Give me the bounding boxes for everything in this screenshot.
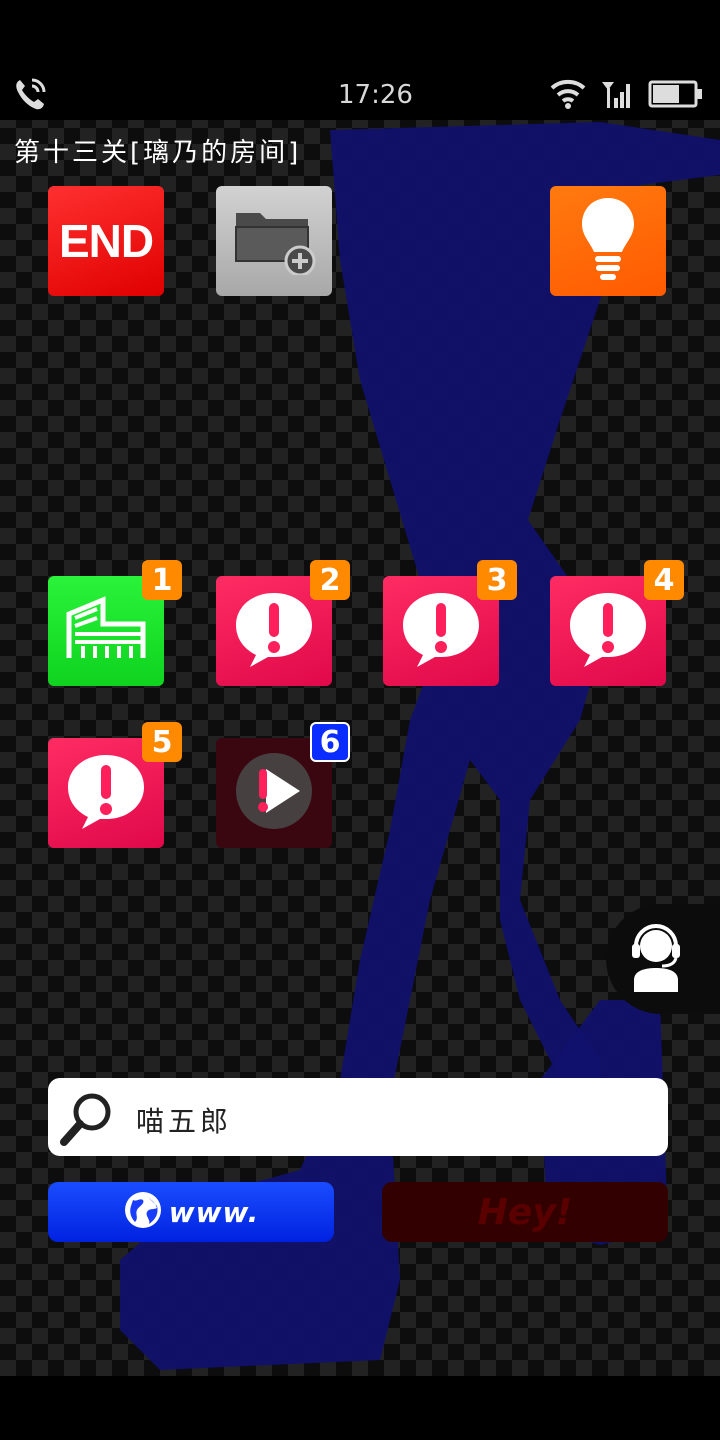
alert-bubble-icon (566, 587, 650, 675)
customer-service-button[interactable] (606, 904, 720, 1014)
app-badge: 2 (310, 560, 350, 600)
www-label: www. (168, 1195, 260, 1229)
app-video-6[interactable]: 6 (216, 722, 350, 848)
globe-icon (123, 1190, 163, 1234)
battery-icon (648, 80, 704, 112)
bottom-bar (0, 1376, 720, 1440)
end-button[interactable]: END (48, 186, 164, 296)
search-input[interactable]: 喵五郎 (136, 1100, 232, 1140)
app-alert-2[interactable]: 2 (216, 560, 350, 686)
end-label: END (58, 215, 154, 267)
customer-service-icon (626, 920, 690, 998)
hey-label: Hey! (477, 1191, 573, 1233)
app-badge: 6 (310, 722, 350, 762)
app-badge: 4 (644, 560, 684, 600)
alert-bubble-icon (64, 749, 148, 837)
building-icon (63, 594, 149, 668)
hint-button[interactable] (550, 186, 666, 296)
alert-bubble-icon (399, 587, 483, 675)
wifi-icon (550, 78, 586, 114)
www-button[interactable]: www. (48, 1182, 334, 1242)
search-bar[interactable]: 喵五郎 (48, 1078, 668, 1156)
save-folder-button[interactable] (216, 186, 332, 296)
folder-add-icon (232, 203, 316, 279)
alert-bubble-icon (232, 587, 316, 675)
app-alert-5[interactable]: 5 (48, 722, 182, 848)
app-badge: 5 (142, 722, 182, 762)
lightbulb-icon (576, 194, 640, 288)
app-badge: 1 (142, 560, 182, 600)
level-title: 第十三关[璃乃的房间] (14, 138, 302, 168)
app-alert-3[interactable]: 3 (383, 560, 517, 686)
cell-signal-icon (600, 78, 632, 114)
app-building[interactable]: 1 (48, 560, 182, 686)
search-icon (58, 1088, 118, 1152)
status-bar: 17:26 (0, 0, 720, 120)
play-video-icon (232, 749, 316, 837)
status-time: 17:26 (338, 80, 413, 110)
phone-signal-icon (12, 76, 48, 116)
app-alert-4[interactable]: 4 (550, 560, 684, 686)
game-screen: 17:26 第十三关[璃乃的房间] END 1 2 3 4 5 6 喵五郎 ww… (0, 0, 720, 1440)
app-badge: 3 (477, 560, 517, 600)
hey-button[interactable]: Hey! (382, 1182, 668, 1242)
